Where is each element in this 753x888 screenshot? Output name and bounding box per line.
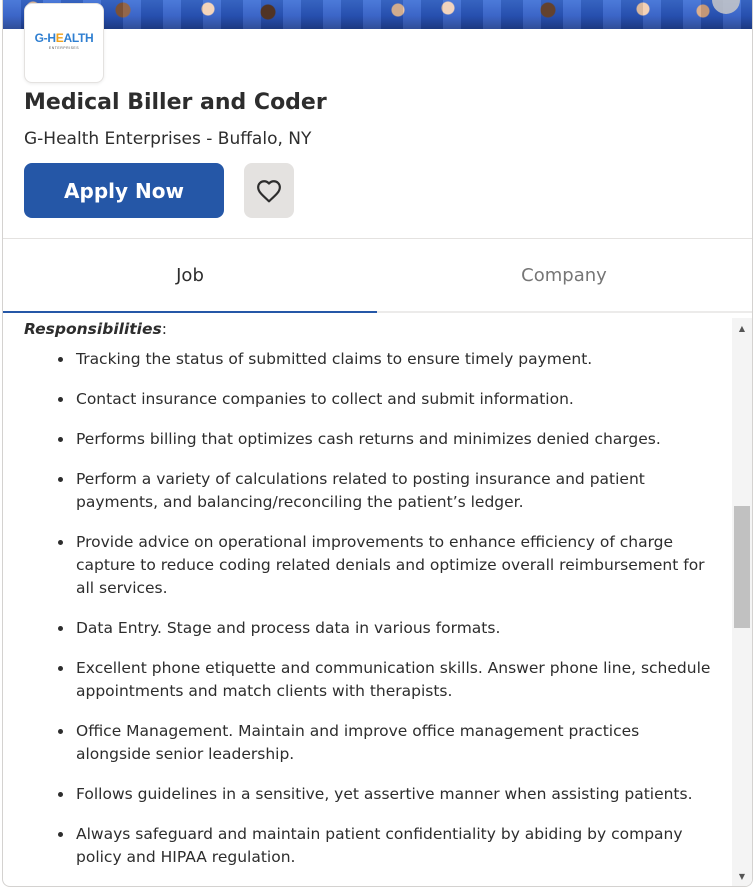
banner-texture [3,0,752,29]
triangle-down-icon[interactable]: ▼ [732,868,752,884]
save-job-button[interactable] [244,163,294,218]
list-item: Contact insurance companies to collect a… [74,388,714,411]
list-item: Excellent phone etiquette and communicat… [74,657,714,703]
list-item: Performs billing that optimizes cash ret… [74,428,714,451]
job-card: G-HEALTH ENTERPRISES Medical Biller and … [2,0,753,887]
tab-underline [377,311,752,313]
list-item: Tracking the status of submitted claims … [74,348,714,371]
triangle-up-icon[interactable]: ▲ [732,320,752,336]
list-item: Data Entry. Stage and process data in va… [74,617,714,640]
tab-company[interactable]: Company [377,239,751,311]
apply-now-button[interactable]: Apply Now [24,163,224,218]
logo-wordmark: G-HEALTH [34,31,94,45]
job-title: Medical Biller and Coder [24,90,327,115]
logo-subtitle: ENTERPRISES [48,46,80,50]
list-item: Follows guidelines in a sensitive, yet a… [74,783,714,806]
description-scrollbar[interactable]: ▲ ▼ [732,318,752,886]
job-description: Responsibilities: Tracking the status of… [24,318,714,886]
tab-job[interactable]: Job [3,239,377,311]
company-location[interactable]: G-Health Enterprises - Buffalo, NY [24,129,311,149]
list-item: Always safeguard and maintain patient co… [74,823,714,869]
responsibilities-heading: Responsibilities: [24,320,167,338]
tab-bar: Job Company [3,239,752,314]
heart-icon [257,179,281,202]
responsibilities-list: Tracking the status of submitted claims … [24,348,714,869]
scrollbar-thumb[interactable] [734,506,750,628]
list-item: Perform a variety of calculations relate… [74,468,714,514]
company-logo[interactable]: G-HEALTH ENTERPRISES [24,3,104,83]
list-item: Provide advice on operational improvemen… [74,531,714,600]
list-item: Office Management. Maintain and improve … [74,720,714,766]
job-description-pane[interactable]: Responsibilities: Tracking the status of… [3,314,752,886]
active-tab-indicator [3,311,377,313]
company-banner-image [3,0,752,29]
